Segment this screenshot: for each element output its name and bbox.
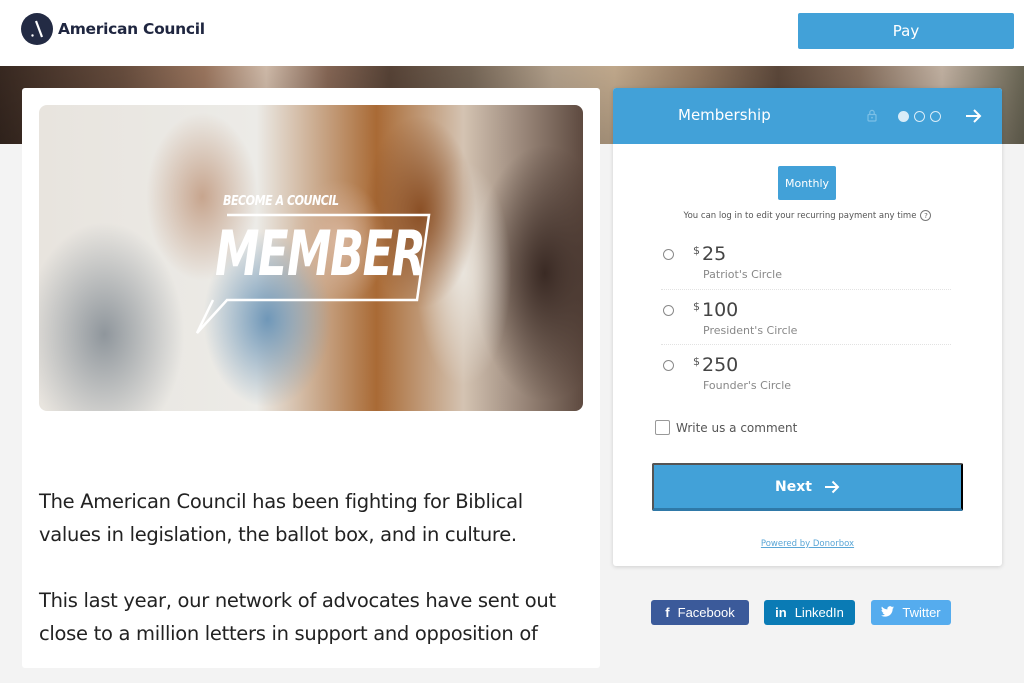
- form-title: Membership: [678, 106, 771, 124]
- step-dot: [930, 111, 941, 122]
- article-paragraph: This last year, our network of advocates…: [39, 589, 556, 645]
- comment-checkbox[interactable]: [655, 420, 670, 435]
- campaign-content-card: BECOME A COUNCIL MEMBER The American Cou…: [22, 88, 600, 668]
- comment-label: Write us a comment: [676, 420, 798, 435]
- lock-icon: [867, 109, 877, 127]
- banner-tagline: BECOME A COUNCIL: [223, 193, 339, 209]
- brand-logo[interactable]: American Council: [21, 13, 205, 45]
- help-icon[interactable]: ?: [920, 210, 932, 221]
- next-label: Next: [775, 478, 812, 495]
- currency-symbol: $: [693, 299, 700, 313]
- arrow-right-icon: [824, 480, 840, 493]
- facebook-icon: f: [665, 605, 670, 620]
- tier-label: President's Circle: [703, 323, 798, 337]
- linkedin-icon: in: [775, 605, 787, 620]
- arrow-right-icon[interactable]: [964, 107, 982, 130]
- currency-symbol: $: [693, 355, 700, 368]
- amount-number: 100: [702, 298, 739, 321]
- step-dot: [914, 111, 925, 122]
- pay-button[interactable]: Pay: [798, 13, 1014, 49]
- donation-form: Membership Monthly You can log in to edi…: [613, 88, 1002, 566]
- amount-value: $250: [693, 354, 738, 376]
- step-dot-active: [898, 111, 909, 122]
- amount-radio[interactable]: [663, 360, 674, 371]
- powered-by-donorbox-link[interactable]: Powered by Donorbox: [613, 539, 1002, 549]
- amount-option[interactable]: $100 President's Circle: [661, 290, 951, 345]
- banner-title: MEMBER: [215, 217, 426, 290]
- share-linkedin-button[interactable]: in LinkedIn: [764, 600, 855, 625]
- recurring-payment-note: You can log in to edit your recurring pa…: [613, 210, 1002, 221]
- amount-value: $100: [693, 299, 738, 321]
- amount-option[interactable]: $250 Founder's Circle: [661, 345, 951, 401]
- share-facebook-label: Facebook: [677, 605, 735, 620]
- tier-label: Patriot's Circle: [703, 268, 782, 281]
- share-twitter-label: Twitter: [902, 605, 941, 620]
- amount-options: $25 Patriot's Circle $100 President's Ci…: [661, 234, 951, 401]
- top-navigation-bar: American Council Pay: [0, 0, 1024, 66]
- login-note-text: You can log in to edit your recurring pa…: [683, 210, 917, 221]
- monthly-frequency-button[interactable]: Monthly: [778, 166, 836, 200]
- currency-symbol: $: [693, 244, 700, 257]
- amount-option[interactable]: $25 Patriot's Circle: [661, 234, 951, 290]
- amount-value: $25: [693, 243, 726, 265]
- tier-label: Founder's Circle: [703, 379, 792, 392]
- article-body: The American Council has been fighting f…: [39, 485, 584, 683]
- comment-toggle[interactable]: Write us a comment: [655, 420, 797, 435]
- amount-number: 25: [702, 243, 727, 265]
- step-indicator: [898, 111, 941, 122]
- share-linkedin-label: LinkedIn: [794, 605, 844, 620]
- article-paragraph: The American Council has been fighting f…: [39, 490, 523, 546]
- share-twitter-button[interactable]: Twitter: [871, 600, 951, 625]
- american-council-logo-icon: [21, 13, 53, 45]
- form-header: Membership: [613, 88, 1002, 144]
- campaign-photo: BECOME A COUNCIL MEMBER: [39, 105, 583, 411]
- twitter-icon: [881, 605, 895, 620]
- amount-radio[interactable]: [663, 249, 674, 260]
- share-facebook-button[interactable]: f Facebook: [651, 600, 749, 625]
- brand-name: American Council: [58, 20, 205, 38]
- amount-number: 250: [702, 354, 739, 376]
- next-button[interactable]: Next: [652, 463, 963, 511]
- amount-radio[interactable]: [663, 304, 674, 316]
